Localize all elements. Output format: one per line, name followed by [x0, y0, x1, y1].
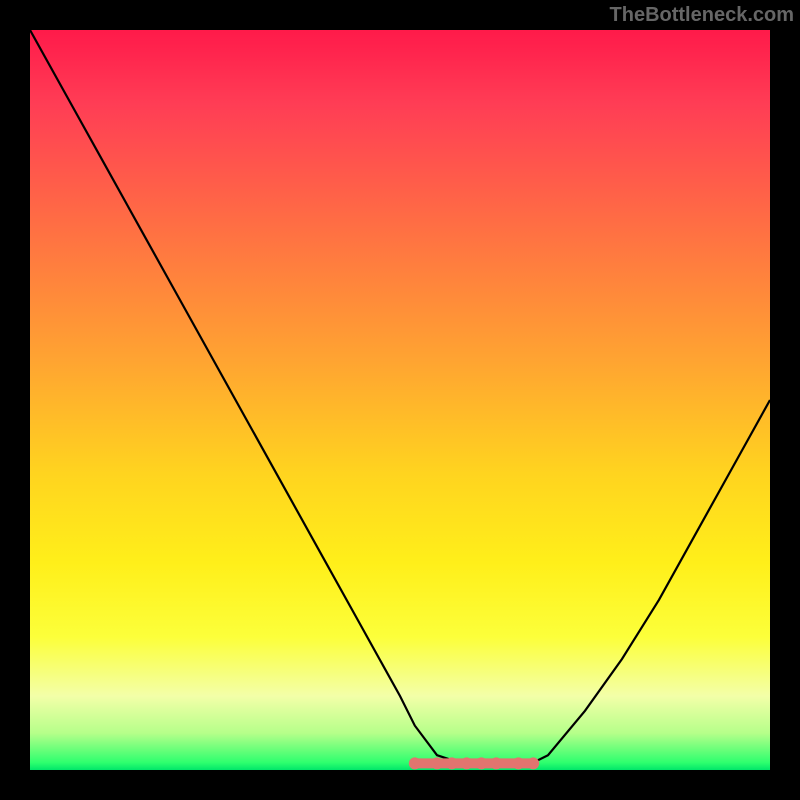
bottleneck-curve	[30, 30, 770, 764]
optimal-dot	[490, 757, 502, 769]
optimal-dot	[431, 757, 443, 769]
optimal-dot	[527, 757, 539, 769]
curve-layer	[30, 30, 770, 770]
optimal-dot	[446, 757, 458, 769]
optimal-dot	[475, 757, 487, 769]
optimal-dot	[461, 757, 473, 769]
watermark-text: TheBottleneck.com	[610, 4, 794, 27]
optimal-dot	[512, 757, 524, 769]
plot-area	[30, 30, 770, 770]
optimal-dot	[409, 757, 421, 769]
